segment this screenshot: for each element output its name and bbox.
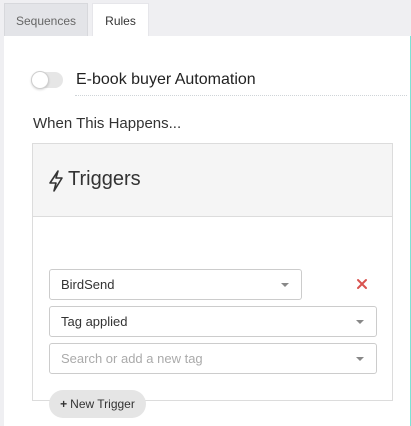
trigger-event-value: Tag applied [61,314,128,329]
chevron-down-icon [281,283,289,287]
trigger-source-select[interactable]: BirdSend [49,269,302,300]
lightning-bolt-icon [49,170,63,192]
rule-name-field[interactable]: E-book buyer Automation [75,68,407,96]
new-trigger-button[interactable]: + New Trigger [49,390,146,418]
rule-enabled-toggle[interactable] [31,71,63,89]
tab-sequences[interactable]: Sequences [4,3,88,37]
trigger-source-value: BirdSend [61,277,115,292]
chevron-down-icon [356,320,364,324]
section-label: When This Happens... [33,115,182,132]
close-icon[interactable] [355,277,369,291]
triggers-title: Triggers [68,168,141,190]
tab-bar: Sequences Rules [0,0,411,37]
tab-rules[interactable]: Rules [92,3,149,37]
tag-search-placeholder: Search or add a new tag [61,351,203,366]
new-trigger-label: New Trigger [70,397,135,411]
trigger-event-select[interactable]: Tag applied [49,306,377,337]
triggers-card: Triggers BirdSend Tag applied Search or … [32,143,393,418]
plus-icon: + [60,397,68,411]
chevron-down-icon [356,357,364,361]
toggle-knob[interactable] [31,71,49,89]
tag-search-select[interactable]: Search or add a new tag [49,343,377,374]
triggers-card-header: Triggers [33,144,392,217]
rule-editor-panel: E-book buyer Automation When This Happen… [4,36,411,426]
